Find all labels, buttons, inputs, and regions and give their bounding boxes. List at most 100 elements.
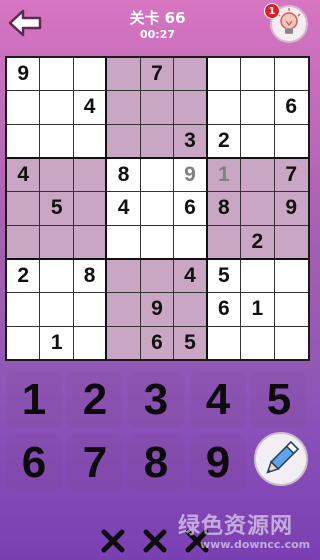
cell-r2-c5[interactable] <box>140 91 175 125</box>
cell-r5-c4[interactable]: 4 <box>107 192 141 226</box>
cell-r8-c2[interactable] <box>40 293 74 327</box>
number-key-6[interactable]: 6 <box>6 435 62 491</box>
cell-r4-c7[interactable]: 1 <box>207 158 242 193</box>
cell-r9-c2[interactable]: 1 <box>40 326 74 359</box>
cell-r7-c9[interactable] <box>274 259 308 294</box>
cell-r7-c3[interactable]: 8 <box>73 259 108 294</box>
cell-r2-c9[interactable]: 6 <box>274 91 308 125</box>
cell-r7-c6[interactable]: 4 <box>174 259 208 294</box>
cell-r2-c8[interactable] <box>241 91 275 125</box>
cell-r2-c1[interactable] <box>7 91 41 125</box>
cell-r8-c5[interactable]: 9 <box>140 293 175 327</box>
cell-r9-c7[interactable] <box>207 326 242 359</box>
cell-r4-c6[interactable]: 9 <box>174 158 208 193</box>
cell-r5-c8[interactable] <box>241 192 275 226</box>
timer: 00:27 <box>139 28 175 41</box>
cell-r5-c2[interactable]: 5 <box>40 192 74 226</box>
cell-r8-c7[interactable]: 6 <box>207 293 242 327</box>
cell-r7-c5[interactable] <box>140 259 175 294</box>
cell-r4-c4[interactable]: 8 <box>107 158 141 193</box>
cell-r4-c8[interactable] <box>241 158 275 193</box>
number-key-1[interactable]: 1 <box>6 372 62 428</box>
cell-r2-c6[interactable] <box>174 91 208 125</box>
cell-r6-c6[interactable] <box>174 225 208 260</box>
hint-count-badge: 1 <box>264 3 280 19</box>
cell-r2-c2[interactable] <box>40 91 74 125</box>
cell-r9-c5[interactable]: 6 <box>140 326 175 359</box>
cell-r5-c7[interactable]: 8 <box>207 192 242 226</box>
cell-r9-c6[interactable]: 5 <box>174 326 208 359</box>
cell-r5-c1[interactable] <box>7 192 41 226</box>
cell-r9-c1[interactable] <box>7 326 41 359</box>
cell-r1-c2[interactable] <box>40 58 74 92</box>
number-key-9[interactable]: 9 <box>190 435 246 491</box>
pencil-button[interactable] <box>254 432 308 486</box>
cell-r1-c9[interactable] <box>274 58 308 92</box>
cell-r3-c5[interactable] <box>140 124 175 159</box>
cell-r2-c7[interactable] <box>207 91 242 125</box>
cell-r3-c7[interactable]: 2 <box>207 124 242 159</box>
cell-r7-c2[interactable] <box>40 259 74 294</box>
watermark-chinese: 绿色资源网 <box>178 514 294 539</box>
cell-r8-c3[interactable] <box>73 293 108 327</box>
cell-r3-c9[interactable] <box>274 124 308 159</box>
cell-r3-c2[interactable] <box>40 124 74 159</box>
cell-r4-c1[interactable]: 4 <box>7 158 41 193</box>
cell-r4-c9[interactable]: 7 <box>274 158 308 193</box>
cell-r3-c1[interactable] <box>7 124 41 159</box>
cell-r3-c8[interactable] <box>241 124 275 159</box>
cell-r6-c2[interactable] <box>40 225 74 260</box>
cell-r1-c8[interactable] <box>241 58 275 92</box>
number-key-2[interactable]: 2 <box>67 372 123 428</box>
cell-r8-c1[interactable] <box>7 293 41 327</box>
number-key-3[interactable]: 3 <box>128 372 184 428</box>
cell-r6-c1[interactable] <box>7 225 41 260</box>
cell-r7-c7[interactable]: 5 <box>207 259 242 294</box>
cell-r8-c4[interactable] <box>107 293 141 327</box>
cell-r5-c9[interactable]: 9 <box>274 192 308 226</box>
number-key-5[interactable]: 5 <box>251 372 307 428</box>
cell-r9-c4[interactable] <box>107 326 141 359</box>
cell-r4-c3[interactable] <box>73 158 108 193</box>
number-key-4[interactable]: 4 <box>190 372 246 428</box>
cell-r3-c4[interactable] <box>107 124 141 159</box>
cell-r5-c6[interactable]: 6 <box>174 192 208 226</box>
number-key-8[interactable]: 8 <box>128 435 184 491</box>
cell-r8-c9[interactable] <box>274 293 308 327</box>
cell-r6-c9[interactable] <box>274 225 308 260</box>
cell-r8-c8[interactable]: 1 <box>241 293 275 327</box>
cell-r6-c7[interactable] <box>207 225 242 260</box>
watermark-url: www.downcc.com <box>200 538 311 551</box>
cell-r1-c4[interactable] <box>107 58 141 92</box>
cell-r3-c6[interactable]: 3 <box>174 124 208 159</box>
cell-r1-c1[interactable]: 9 <box>7 58 41 92</box>
cell-r9-c8[interactable] <box>241 326 275 359</box>
cell-r9-c3[interactable] <box>73 326 108 359</box>
x-mark-icon <box>100 528 126 558</box>
cell-r2-c4[interactable] <box>107 91 141 125</box>
cell-r1-c3[interactable] <box>73 58 108 92</box>
cell-r9-c9[interactable] <box>274 326 308 359</box>
cell-r2-c3[interactable]: 4 <box>73 91 108 125</box>
watermark: 绿色资源网 www.downcc.com <box>178 508 313 558</box>
cell-r6-c3[interactable] <box>73 225 108 260</box>
top-bar: 关卡 66 00:27 1 <box>0 0 315 48</box>
cell-r4-c2[interactable] <box>40 158 74 193</box>
cell-r5-c5[interactable] <box>140 192 175 226</box>
cell-r7-c1[interactable]: 2 <box>7 259 41 294</box>
cell-r1-c5[interactable]: 7 <box>140 58 175 92</box>
cell-r6-c5[interactable] <box>140 225 175 260</box>
cell-r3-c3[interactable] <box>73 124 108 159</box>
cell-r4-c5[interactable] <box>140 158 175 193</box>
cell-r7-c8[interactable] <box>241 259 275 294</box>
cell-r5-c3[interactable] <box>73 192 108 226</box>
cell-r8-c6[interactable] <box>174 293 208 327</box>
cell-r7-c4[interactable] <box>107 259 141 294</box>
sudoku-board: 974632489175468922845961165 <box>5 56 310 361</box>
number-key-7[interactable]: 7 <box>67 435 123 491</box>
cell-r6-c8[interactable]: 2 <box>241 225 275 260</box>
cell-r6-c4[interactable] <box>107 225 141 260</box>
cell-r1-c6[interactable] <box>174 58 208 92</box>
cell-r1-c7[interactable] <box>207 58 242 92</box>
x-mark-icon <box>142 528 168 558</box>
